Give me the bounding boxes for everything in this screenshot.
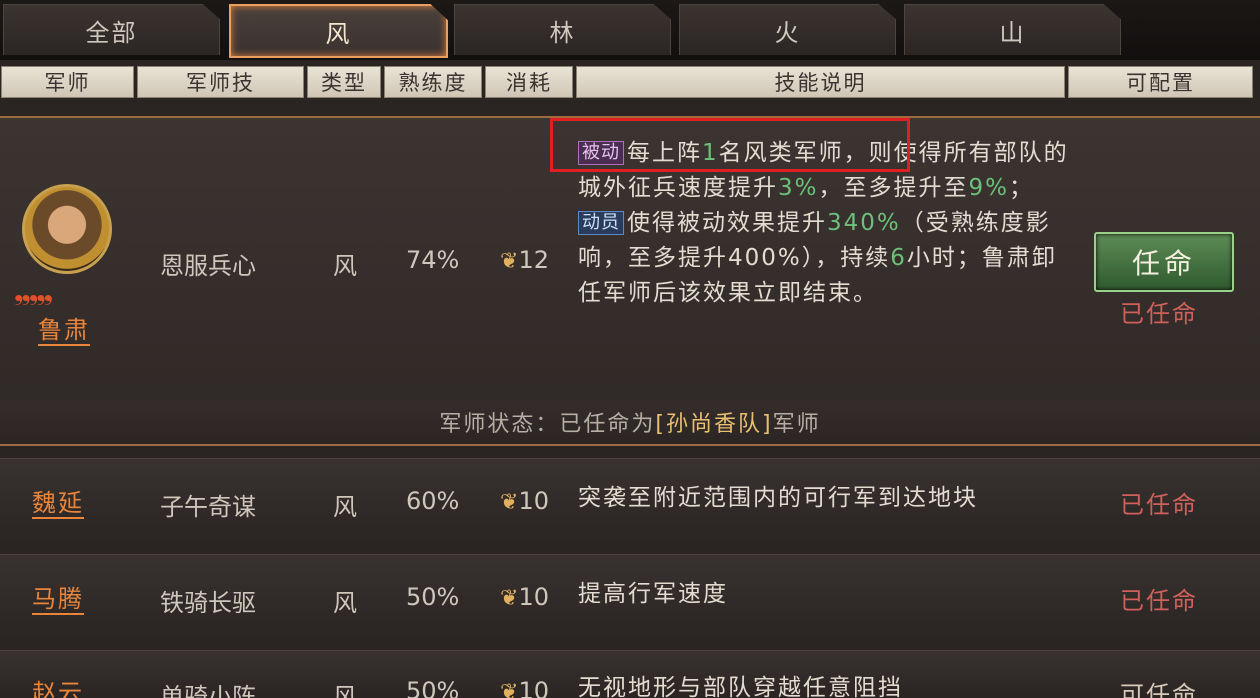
skill-name: 子午奇谋: [160, 493, 256, 521]
cost: ❦10: [500, 487, 549, 515]
skill-description: 突袭至附近范围内的可行军到达地块: [578, 485, 978, 511]
proficiency: 50%: [406, 583, 460, 611]
skill-description: 无视地形与部队穿越任意阻挡: [578, 675, 903, 698]
leaf-icon: ❦: [500, 490, 519, 515]
skill-type: 风: [333, 589, 357, 617]
highlight-box: [550, 118, 910, 172]
skill-name: 铁骑长驱: [160, 589, 256, 617]
tab-wind[interactable]: 风: [229, 4, 448, 58]
strategist-name[interactable]: 鲁肃: [38, 310, 90, 345]
strategist-row[interactable]: 马腾 铁骑长驱 风 50% ❦10 提高行军速度 已任命: [0, 554, 1260, 639]
cost: ❦12: [500, 246, 549, 274]
tab-fire[interactable]: 火: [679, 4, 896, 55]
proficiency: 50%: [406, 677, 460, 698]
proficiency: 60%: [406, 487, 460, 515]
header-proficiency: 熟练度: [384, 66, 482, 98]
strategist-row[interactable]: 赵云 单骑小阵 风 50% ❦10 无视地形与部队穿越任意阻挡 可任命: [0, 650, 1260, 698]
tab-bar: 全部 风 林 火 山: [0, 0, 1260, 60]
appoint-button[interactable]: 任命: [1094, 232, 1234, 292]
skill-description: 提高行军速度: [578, 581, 728, 607]
header-type: 类型: [307, 66, 381, 98]
tab-mountain[interactable]: 山: [904, 4, 1121, 55]
cost: ❦10: [500, 583, 549, 611]
strategist-name[interactable]: 马腾: [32, 579, 84, 614]
header-configurable: 可配置: [1068, 66, 1253, 98]
header-skill: 军师技: [137, 66, 304, 98]
skill-name: 恩服兵心: [160, 252, 256, 280]
cost: ❦10: [500, 677, 549, 698]
appointed-status: 已任命: [1120, 300, 1198, 328]
strategist-status: 军师状态：已任命为 [孙尚香队] 军师: [0, 400, 1260, 444]
strategist-row[interactable]: 魏延 子午奇谋 风 60% ❦10 突袭至附近范围内的可行军到达地块 已任命: [0, 458, 1260, 543]
strategist-name[interactable]: 赵云: [32, 673, 84, 698]
skill-type: 风: [333, 683, 357, 698]
skill-type: 风: [333, 252, 357, 280]
header-strategist: 军师: [1, 66, 134, 98]
appointed-status: 已任命: [1120, 587, 1198, 615]
skill-type: 风: [333, 493, 357, 521]
mobilize-tag: 动员: [578, 211, 624, 235]
appointed-status: 已任命: [1120, 491, 1198, 519]
strategist-name[interactable]: 魏延: [32, 483, 84, 518]
avatar[interactable]: [22, 184, 112, 274]
leaf-icon: ❦: [500, 249, 519, 274]
header-cost: 消耗: [485, 66, 573, 98]
header-description: 技能说明: [576, 66, 1065, 98]
appoint-status[interactable]: 可任命: [1120, 675, 1198, 698]
tab-all[interactable]: 全部: [3, 4, 220, 55]
skill-name: 单骑小阵: [160, 683, 256, 698]
leaf-icon: ❦: [500, 586, 519, 611]
tab-forest[interactable]: 林: [454, 4, 671, 55]
leaf-icon: ❦: [500, 680, 519, 698]
star-icon: ❟❟❟❟❟: [14, 278, 53, 306]
proficiency: 74%: [406, 246, 460, 274]
